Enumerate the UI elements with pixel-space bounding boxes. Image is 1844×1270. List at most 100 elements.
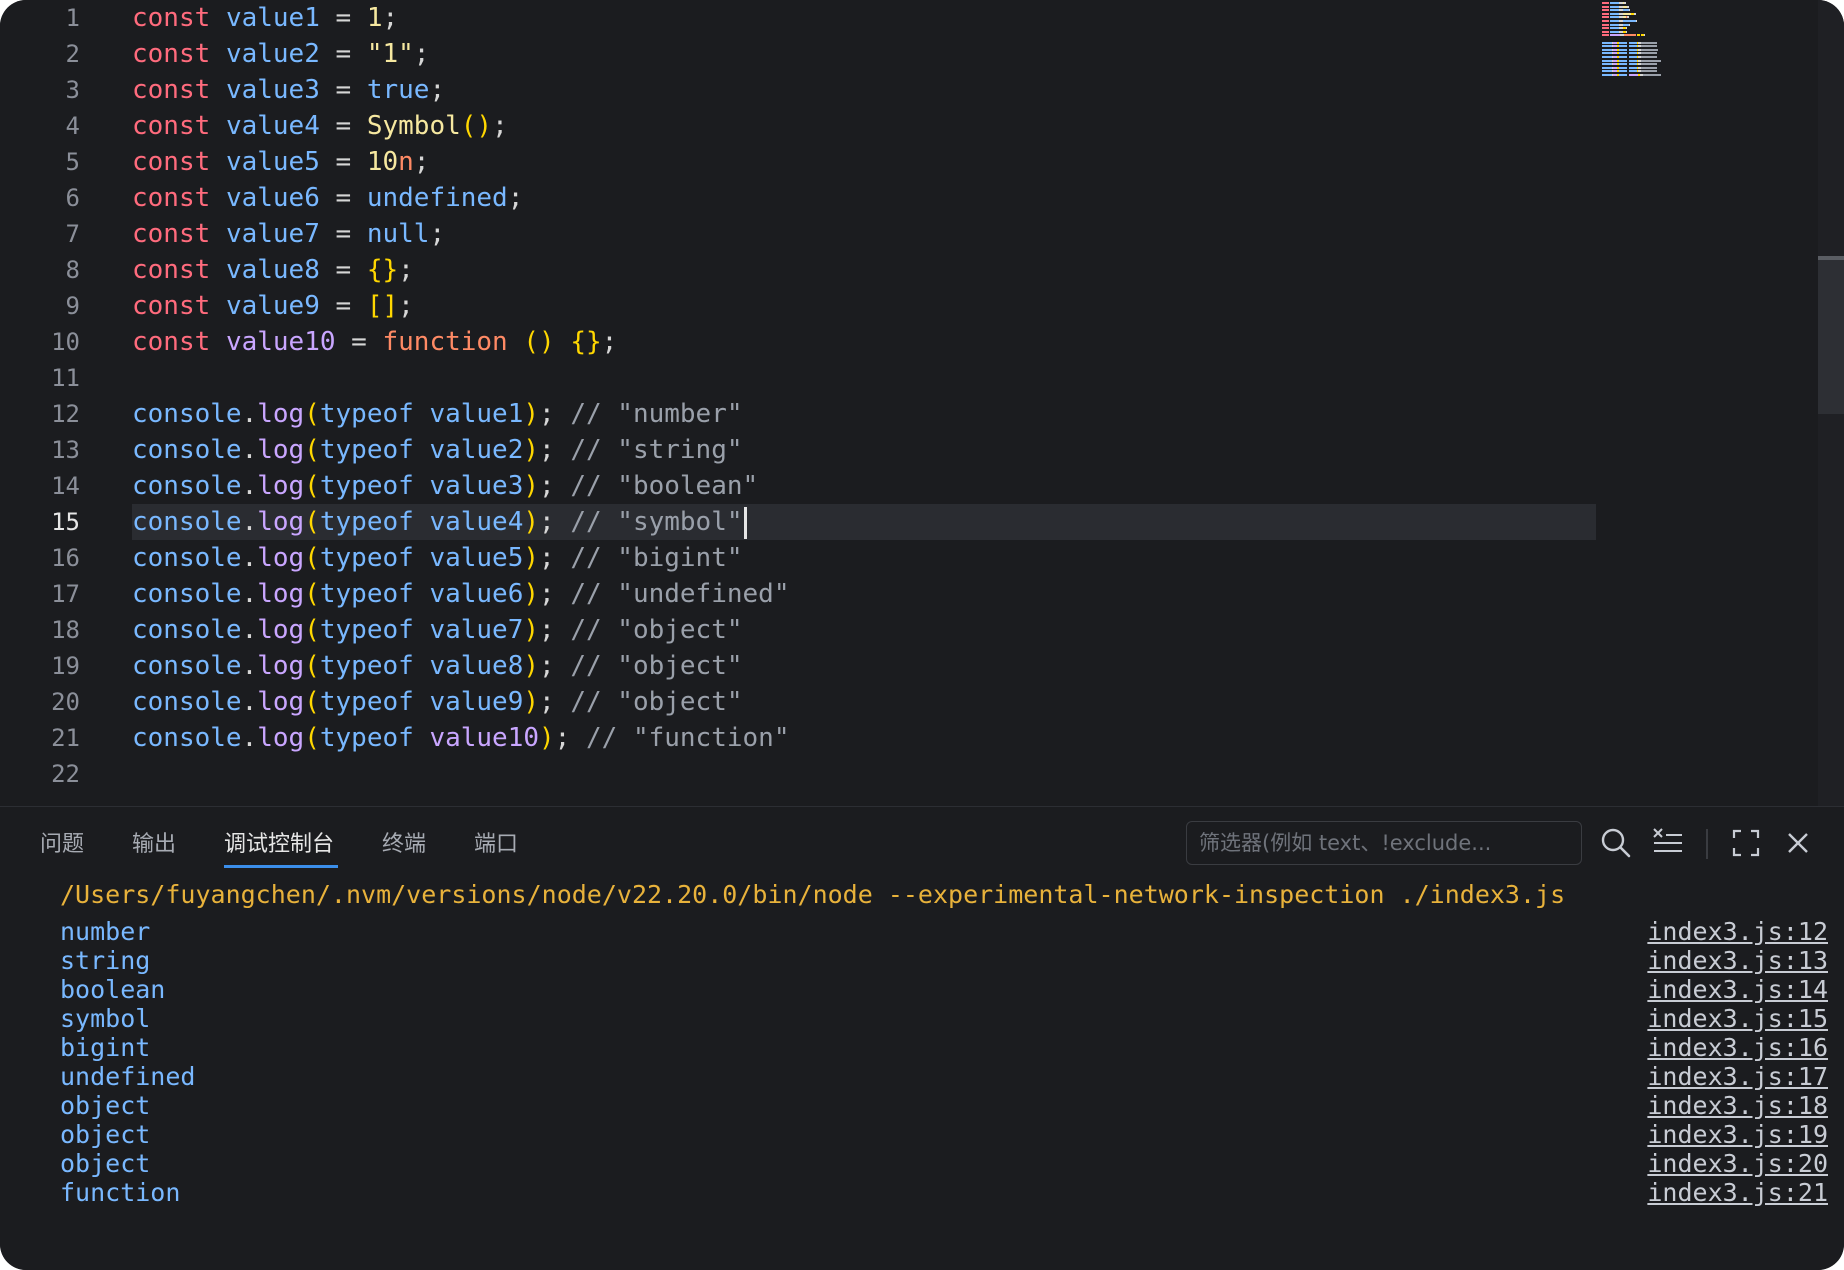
minimap-token <box>1625 27 1628 30</box>
code-token: ( <box>304 471 320 501</box>
code-token: value6 <box>429 579 524 609</box>
minimap[interactable] <box>1602 0 1692 90</box>
maximize-icon[interactable] <box>1726 823 1766 863</box>
code-line[interactable]: const value2 = "1"; <box>132 36 429 72</box>
code-line[interactable]: const value8 = {}; <box>132 252 414 288</box>
code-line[interactable]: const value1 = 1; <box>132 0 398 36</box>
clear-console-icon[interactable] <box>1648 823 1688 863</box>
line-number: 16 <box>51 544 80 572</box>
scrollbar-thumb[interactable] <box>1818 258 1844 414</box>
code-token: // "undefined" <box>570 579 790 609</box>
code-token: ; <box>429 219 446 249</box>
code-token: typeof <box>319 579 414 609</box>
editor-scrollbar[interactable] <box>1818 0 1844 806</box>
code-token: . <box>241 615 258 645</box>
code-token: console <box>132 399 242 429</box>
code-line[interactable]: const value6 = undefined; <box>132 180 523 216</box>
code-line[interactable]: console.log(typeof value10); // "functio… <box>132 720 789 756</box>
line-number: 1 <box>65 4 80 32</box>
line-number: 17 <box>51 580 80 608</box>
minimap-token <box>1610 5 1619 8</box>
code-line[interactable]: const value5 = 10n; <box>132 144 429 180</box>
code-token: . <box>241 471 258 501</box>
code-line[interactable]: console.log(typeof value7); // "object" <box>132 612 743 648</box>
debug-console-output[interactable]: /Users/fuyangchen/.nvm/versions/node/v22… <box>0 877 1844 1267</box>
code-token: typeof <box>319 399 414 429</box>
code-token: . <box>241 507 258 537</box>
code-line[interactable]: console.log(typeof value8); // "object" <box>132 648 743 684</box>
code-line[interactable]: const value10 = function () {}; <box>132 324 617 360</box>
code-token: value8 <box>225 255 320 285</box>
code-token: ; <box>539 543 571 573</box>
code-token: . <box>241 723 258 753</box>
code-token: ( <box>304 399 320 429</box>
code-token: const <box>132 327 211 357</box>
line-number: 11 <box>51 364 80 392</box>
code-token: function <box>382 327 508 357</box>
close-icon[interactable] <box>1778 823 1818 863</box>
code-token: ) <box>523 687 540 717</box>
code-token: // "string" <box>570 435 743 465</box>
code-token: console <box>132 543 242 573</box>
code-line[interactable]: console.log(typeof value4); // "symbol" <box>132 504 747 540</box>
line-number: 10 <box>51 328 80 356</box>
code-token: value5 <box>429 543 524 573</box>
code-line[interactable]: const value3 = true; <box>132 72 445 108</box>
code-line[interactable]: console.log(typeof value5); // "bigint" <box>132 540 743 576</box>
code-line[interactable]: const value9 = []; <box>132 288 414 324</box>
tab-terminal[interactable]: 终端 <box>382 827 426 863</box>
search-icon[interactable] <box>1596 823 1636 863</box>
minimap-token <box>1623 12 1632 15</box>
minimap-token <box>1602 20 1609 22</box>
code-line[interactable]: const value4 = Symbol(); <box>132 108 508 144</box>
panel-tabs: 问题 输出 调试控制台 终端 端口 <box>0 807 1180 879</box>
minimap-token <box>1618 45 1628 48</box>
minimap-token <box>1641 41 1657 44</box>
code-token: ; <box>429 75 446 105</box>
code-token: typeof <box>319 507 414 537</box>
tab-ports[interactable]: 端口 <box>474 827 518 863</box>
code-token: ; <box>539 579 571 609</box>
tab-output[interactable]: 输出 <box>132 827 176 863</box>
console-source-link[interactable]: index3.js:21 <box>1647 1176 1828 1210</box>
toolbar-separator <box>1706 829 1708 859</box>
minimap-token <box>1610 34 1621 37</box>
minimap-token <box>1628 74 1639 76</box>
line-number: 20 <box>51 688 80 716</box>
code-line[interactable]: console.log(typeof value3); // "boolean" <box>132 468 758 504</box>
minimap-token <box>1644 34 1646 37</box>
code-token: console <box>132 651 242 681</box>
code-token: const <box>132 75 211 105</box>
code-token: ( <box>304 435 320 465</box>
code-token: log <box>257 507 305 537</box>
code-token: log <box>257 435 305 465</box>
code-line[interactable]: const value7 = null; <box>132 216 445 252</box>
minimap-token <box>1623 20 1636 22</box>
code-token: [] <box>366 291 399 321</box>
code-token: = <box>319 255 367 285</box>
code-token: console <box>132 579 242 609</box>
code-token: ; <box>413 147 430 177</box>
code-token: ( <box>304 687 320 717</box>
code-token: ( <box>304 579 320 609</box>
code-line[interactable]: console.log(typeof value6); // "undefine… <box>132 576 789 612</box>
console-filter-input[interactable] <box>1186 821 1582 865</box>
code-token: value7 <box>225 219 320 249</box>
code-token: // "number" <box>570 399 743 429</box>
code-line[interactable]: console.log(typeof value9); // "object" <box>132 684 743 720</box>
code-token: ; <box>507 183 524 213</box>
minimap-token <box>1602 41 1612 44</box>
console-output-line: function <box>60 1178 181 1207</box>
code-line[interactable]: console.log(typeof value1); // "number" <box>132 396 743 432</box>
tab-debug-console[interactable]: 调试控制台 <box>224 827 334 863</box>
code-editor[interactable]: 1 2 3 4 5 6 7 8 9 10 11 12 13 14 15 16 17 18 19 20 21 22 cons… <box>0 0 1844 806</box>
code-line[interactable]: console.log(typeof value2); // "string" <box>132 432 743 468</box>
minimap-token <box>1602 9 1609 12</box>
tab-problems[interactable]: 问题 <box>40 827 84 863</box>
code-token: typeof <box>319 435 414 465</box>
